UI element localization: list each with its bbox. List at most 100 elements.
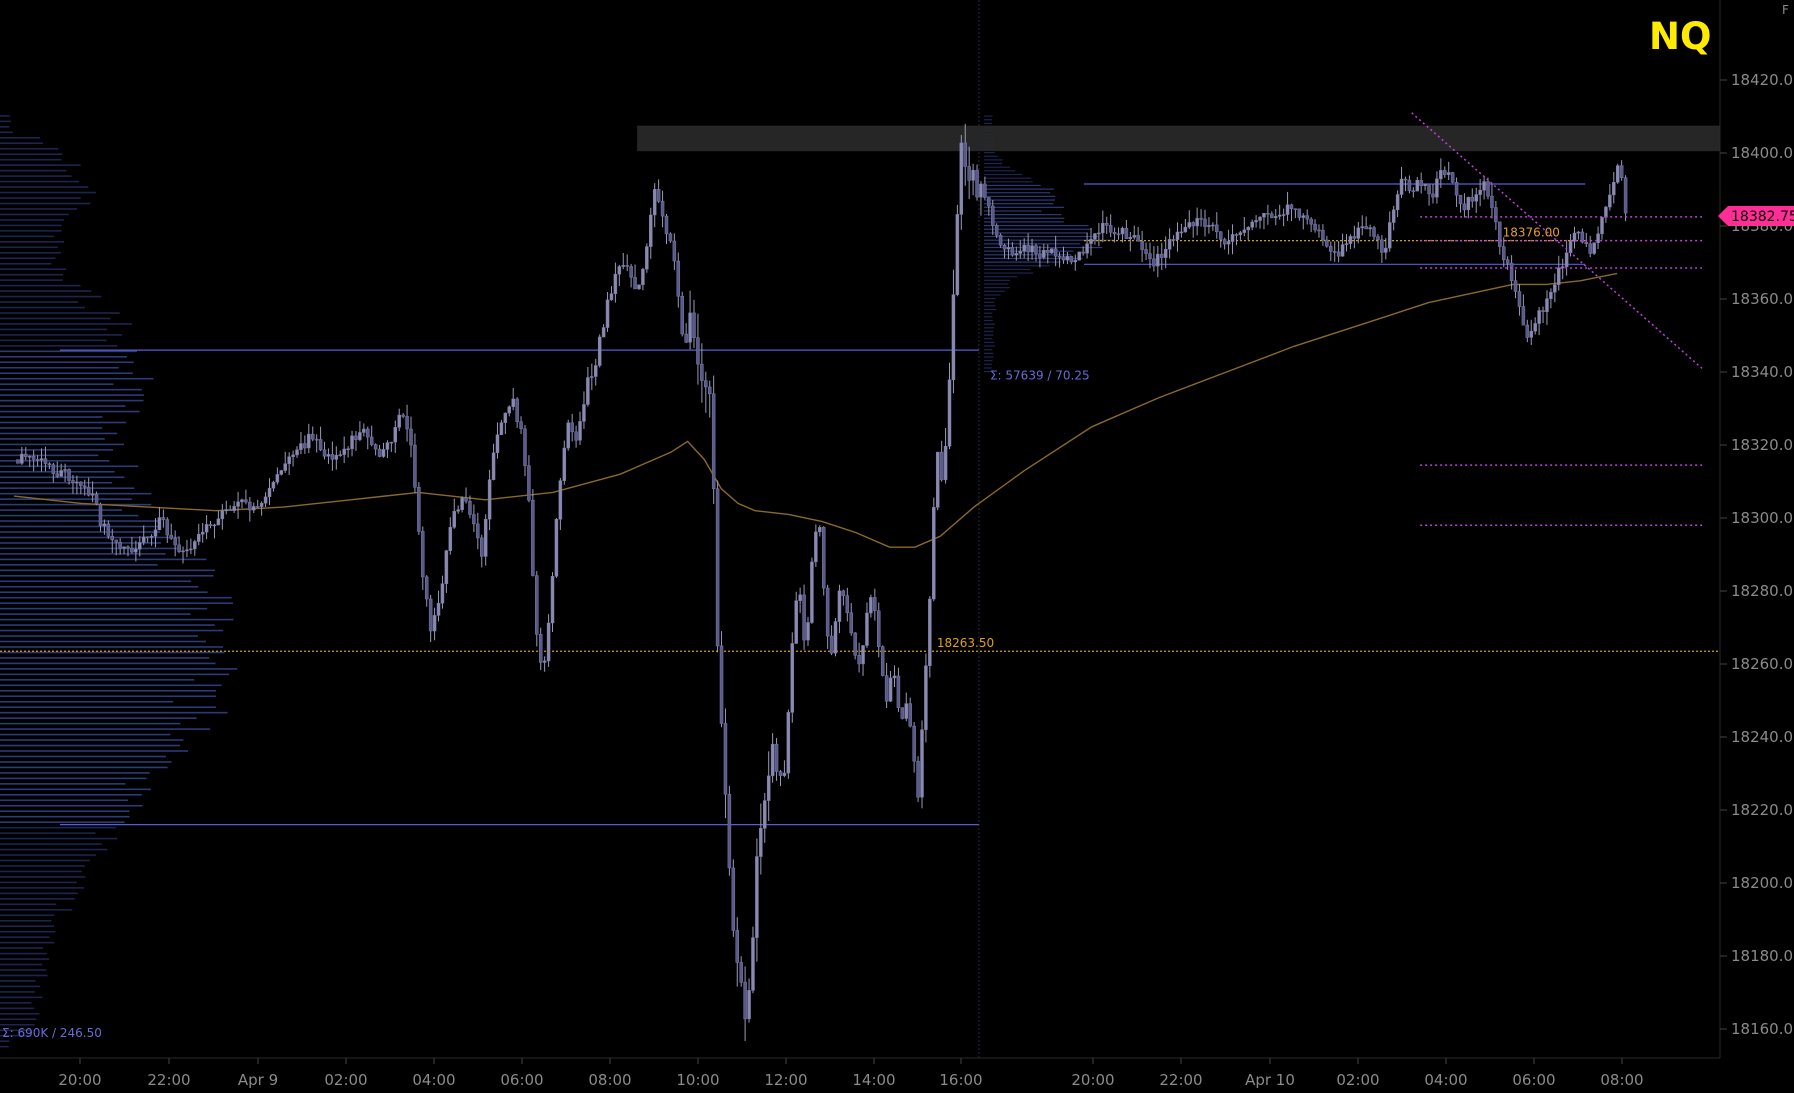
candle-body (1545, 298, 1549, 313)
candle-body (645, 246, 649, 270)
profile-bar (983, 170, 1016, 172)
profile-bar (983, 214, 1062, 216)
profile-bar (0, 585, 199, 588)
candle-body (806, 622, 810, 641)
candle-body (845, 595, 850, 613)
candle-body (460, 497, 464, 510)
time-tick-label: 22:00 (147, 1071, 190, 1089)
candle-body (1195, 218, 1199, 227)
candle-body (1160, 253, 1164, 258)
candle-body (1415, 179, 1420, 192)
candle-body (393, 427, 398, 443)
candle-body (1458, 194, 1463, 205)
candle-body (1387, 222, 1392, 249)
candle-body (731, 867, 736, 931)
candle-body (1391, 209, 1396, 223)
volume-profiles (0, 115, 1115, 1048)
candle-body (1120, 227, 1125, 235)
profile-bar (0, 498, 132, 500)
candle-body (550, 576, 555, 624)
candle-body (601, 327, 606, 338)
profile-bar (983, 308, 997, 311)
right-edge-label: F (1782, 3, 1789, 17)
candle-body (582, 404, 586, 422)
candle-body (326, 454, 331, 457)
profile-bar (0, 876, 86, 878)
candle-body (1364, 226, 1368, 230)
candle-body (303, 443, 307, 449)
candle-body (232, 506, 236, 511)
candle-body (751, 937, 755, 991)
profile-bar (983, 199, 1055, 201)
profile-bar (0, 657, 210, 659)
profile-bar (0, 345, 118, 347)
candle-body (1427, 183, 1431, 195)
profile-bar (0, 739, 184, 741)
profile-bar (983, 159, 1003, 161)
profile-bar (983, 119, 993, 121)
profile-bar (0, 301, 79, 303)
profile-bar (0, 646, 223, 648)
candle-body (1281, 214, 1286, 216)
candle-body (1097, 232, 1101, 235)
candle-body (173, 538, 177, 546)
poc-current-label: 18376.00 (1503, 226, 1560, 240)
profile-bar (0, 383, 114, 385)
candle-body (1073, 259, 1078, 263)
profile-bar (0, 772, 150, 774)
candle-body (1270, 213, 1274, 219)
candle-body (932, 507, 936, 600)
time-tick-label: 04:00 (412, 1071, 455, 1089)
profile-bar (0, 394, 144, 396)
candle-body (271, 481, 276, 489)
candlestick-chart[interactable]: 18160.00 18180.00 18200.00 18220.00 18240.00… (0, 0, 1794, 1093)
candle-body (200, 531, 205, 535)
candle-body (747, 990, 751, 1020)
candle-body (291, 454, 295, 458)
candle-body (1454, 182, 1459, 196)
candle-body (605, 299, 610, 328)
candle-body (633, 276, 637, 290)
candle-body (916, 760, 920, 798)
candle-body (1513, 280, 1518, 292)
candle-body (1352, 236, 1357, 239)
candle-body (1423, 183, 1427, 186)
candle-body (94, 493, 99, 505)
candle-body (920, 729, 924, 798)
time-tick-label: Apr 10 (1245, 1071, 1295, 1089)
candle-body (287, 456, 291, 464)
profile-bar (0, 695, 216, 698)
profile-bar (983, 316, 993, 318)
candle-body (177, 544, 181, 552)
profile-bar (0, 744, 181, 747)
resistance-zone (637, 0, 1720, 1058)
profile-bar (0, 706, 216, 708)
profile-bar (983, 221, 1064, 223)
profile-bar (983, 115, 993, 117)
candle-body (649, 214, 653, 247)
candle-body (153, 529, 158, 537)
candle-body (1336, 251, 1341, 257)
candle-body (35, 459, 40, 461)
candle-body (794, 600, 798, 644)
candle-body (637, 284, 641, 290)
profile-bar (983, 232, 1088, 234)
profile-bar (0, 722, 181, 725)
candle-body (943, 445, 948, 481)
candle-body (1069, 256, 1074, 263)
profile-bar (0, 898, 75, 900)
price-tick-label: 18180.00 (1731, 947, 1794, 965)
candle-body (255, 506, 260, 508)
profile-bar (0, 777, 147, 780)
candle-body (715, 488, 720, 647)
candle-body (814, 531, 818, 563)
price-tick-label: 18360.00 (1731, 290, 1794, 308)
time-tick-label: 04:00 (1424, 1071, 1467, 1089)
candle-body (684, 333, 688, 343)
candle-body (1175, 231, 1180, 240)
profile-bar (0, 804, 143, 807)
candles (16, 123, 1628, 1041)
candle-body (1215, 224, 1219, 233)
candle-body (252, 506, 256, 511)
candle-body (1380, 239, 1384, 253)
